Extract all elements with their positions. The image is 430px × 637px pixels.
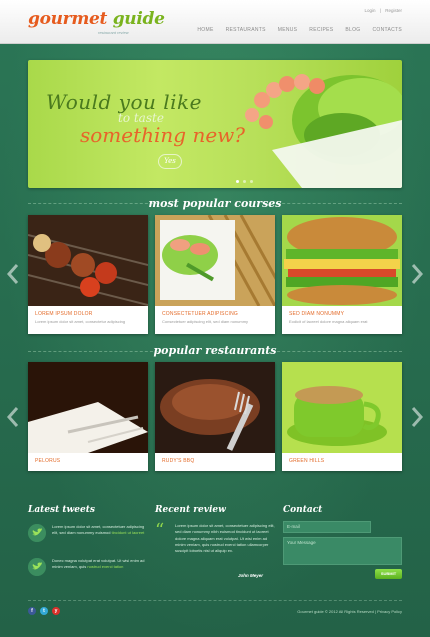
quote-icon: “ — [155, 520, 165, 541]
site-header: gourmet guide restaurant review Login | … — [0, 0, 430, 44]
hero-banner[interactable]: Would you like to taste something new? Y… — [28, 60, 402, 188]
course-card[interactable]: CONSECTETUER ADIPISCING Consectetuer adi… — [155, 215, 275, 334]
facebook-icon[interactable]: f — [28, 607, 36, 615]
logo[interactable]: gourmet guide restaurant review — [28, 9, 165, 35]
top-links: Login | Register — [362, 8, 402, 13]
login-link[interactable]: Login — [365, 8, 376, 13]
course-caption: SED DIAM NONUMMY Eodicit of laoreet dolo… — [282, 306, 402, 324]
course-caption: CONSECTETUER ADIPISCING Consectetuer adi… — [155, 306, 275, 324]
arrow-right-icon[interactable] — [410, 263, 424, 285]
message-field[interactable]: Your Message — [283, 537, 402, 565]
logo-tagline: restaurant review — [98, 30, 129, 35]
tweet-text: Lorem ipsum dolor sit amet, consectetuer… — [52, 524, 145, 535]
restaurant-image-steak — [155, 362, 275, 453]
hero-pagination — [234, 180, 255, 183]
restaurant-caption: PELORUS — [28, 453, 148, 464]
hero-line-3: something new? — [80, 123, 246, 147]
restaurant-caption: RUDY'S BBQ — [155, 453, 275, 464]
tweets-title: Latest tweets — [28, 505, 95, 515]
course-title[interactable]: SED DIAM NONUMMY — [289, 311, 396, 317]
tweet-link[interactable]: tincidunt ut laoreet — [112, 530, 145, 535]
course-description: Lorem ipsum dolor sit amet, consectetur … — [35, 319, 126, 324]
youtube-icon[interactable]: y — [52, 607, 60, 615]
section-title-restaurants: popular restaurants — [153, 344, 277, 357]
course-title[interactable]: CONSECTETUER ADIPISCING — [162, 311, 269, 317]
restaurant-title[interactable]: GREEN HILLS — [289, 458, 396, 464]
register-link[interactable]: Register — [385, 8, 402, 13]
restaurant-title[interactable]: RUDY'S BBQ — [162, 458, 269, 464]
hero-dot-2[interactable] — [243, 180, 246, 183]
restaurant-card[interactable]: GREEN HILLS — [282, 362, 402, 471]
hero-yes-button[interactable]: Yes — [158, 154, 182, 169]
twitter-bird-icon — [28, 524, 46, 542]
section-title-courses: most popular courses — [148, 197, 282, 210]
footer-divider — [28, 600, 402, 601]
nav-menus[interactable]: MENUS — [278, 27, 298, 33]
contact-title: Contact — [283, 505, 323, 515]
course-image-burger — [282, 215, 402, 306]
restaurant-title[interactable]: PELORUS — [35, 458, 142, 464]
course-description: Consectetuer adipiscing elit, sed diam n… — [162, 319, 249, 324]
course-card[interactable]: LOREM IPSUM DOLOR Lorem ipsum dolor sit … — [28, 215, 148, 334]
top-links-separator: | — [379, 8, 381, 13]
course-image-salad — [155, 215, 275, 306]
nav-home[interactable]: HOME — [197, 27, 213, 33]
submit-button[interactable]: SUBMIT — [375, 569, 402, 579]
arrow-right-icon[interactable] — [410, 406, 424, 428]
course-description: Eodicit of laoreet dolore magna aliquam … — [289, 319, 368, 324]
email-field[interactable]: E-mail — [283, 521, 371, 533]
copyright: Gourmet guide © 2012 All Rights Reserved… — [297, 609, 402, 614]
tweet-link[interactable]: nostrud exerci tation — [87, 564, 123, 569]
hero-headline: Would you like to taste something new? — [46, 90, 245, 147]
course-image-kebab — [28, 215, 148, 306]
nav-blog[interactable]: BLOG — [345, 27, 360, 33]
review-title: Recent review — [155, 505, 226, 515]
nav-contacts[interactable]: CONTACTS — [372, 27, 402, 33]
restaurant-caption: GREEN HILLS — [282, 453, 402, 464]
nav-restaurants[interactable]: RESTAURANTS — [226, 27, 266, 33]
restaurant-card[interactable]: PELORUS — [28, 362, 148, 471]
review-text: Lorem ipsum dolor sit amet, consectetuer… — [175, 523, 275, 554]
main-nav: HOME RESTAURANTS MENUS RECIPES BLOG CONT… — [185, 27, 402, 33]
arrow-left-icon[interactable] — [6, 263, 20, 285]
nav-recipes[interactable]: RECIPES — [309, 27, 333, 33]
restaurant-image-tea — [282, 362, 402, 453]
logo-text: gourmet guide — [28, 9, 165, 29]
hero-dot-3[interactable] — [250, 180, 253, 183]
twitter-icon[interactable]: t — [40, 607, 48, 615]
tweet-text: Donec magna volutpat erat volutpat. Ut w… — [52, 558, 145, 569]
restaurant-image-table — [28, 362, 148, 453]
twitter-bird-icon — [28, 558, 46, 576]
hero-dot-1[interactable] — [236, 180, 239, 183]
course-title[interactable]: LOREM IPSUM DOLOR — [35, 311, 142, 317]
hero-food-image — [245, 74, 402, 188]
course-caption: LOREM IPSUM DOLOR Lorem ipsum dolor sit … — [28, 306, 148, 324]
arrow-left-icon[interactable] — [6, 406, 20, 428]
restaurant-card[interactable]: RUDY'S BBQ — [155, 362, 275, 471]
course-card[interactable]: SED DIAM NONUMMY Eodicit of laoreet dolo… — [282, 215, 402, 334]
review-author: John Meyer — [238, 573, 264, 578]
